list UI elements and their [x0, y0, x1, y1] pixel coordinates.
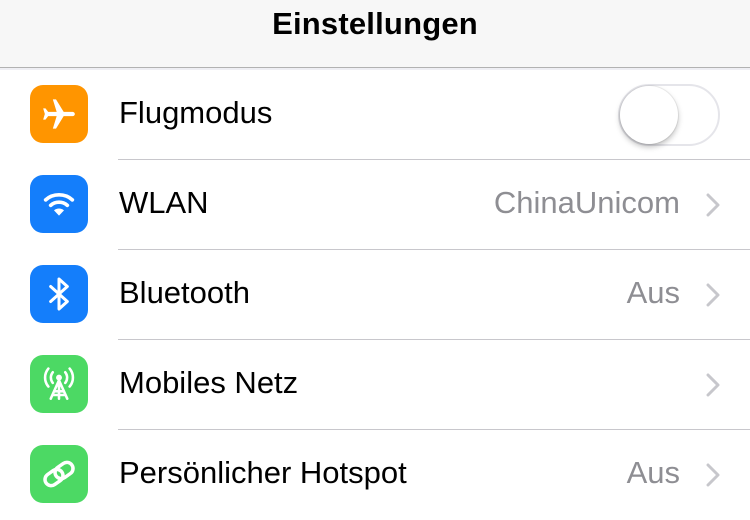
row-value: Aus — [626, 455, 680, 490]
navigation-bar: Einstellungen — [0, 0, 750, 68]
hotspot-icon — [30, 445, 88, 503]
row-value: Aus — [626, 275, 680, 310]
wifi-icon — [30, 175, 88, 233]
settings-row-wlan[interactable]: WLAN ChinaUnicom — [0, 160, 750, 250]
row-value: ChinaUnicom — [493, 185, 680, 220]
bluetooth-icon — [30, 265, 88, 323]
settings-row-flugmodus[interactable]: Flugmodus — [0, 70, 750, 160]
row-label: Persönlicher Hotspot — [119, 455, 407, 490]
row-label: Flugmodus — [119, 95, 273, 130]
toggle-knob — [620, 86, 678, 144]
airplane-icon — [30, 85, 88, 143]
page-title: Einstellungen — [272, 5, 478, 41]
chevron-right-icon — [706, 193, 720, 217]
settings-list: Flugmodus WLAN ChinaUnicom Bluetooth Aus… — [0, 70, 750, 520]
row-label: Bluetooth — [119, 275, 250, 310]
row-label: Mobiles Netz — [119, 365, 299, 400]
chevron-right-icon — [706, 283, 720, 307]
chevron-right-icon — [706, 463, 720, 487]
settings-row-mobiles-netz[interactable]: Mobiles Netz — [0, 340, 750, 430]
row-label: WLAN — [119, 185, 209, 220]
settings-row-persoenlicher-hotspot[interactable]: Persönlicher Hotspot Aus — [0, 430, 750, 520]
cellular-antenna-icon — [30, 355, 88, 413]
flugmodus-toggle[interactable] — [618, 84, 720, 146]
settings-row-bluetooth[interactable]: Bluetooth Aus — [0, 250, 750, 340]
chevron-right-icon — [706, 373, 720, 397]
